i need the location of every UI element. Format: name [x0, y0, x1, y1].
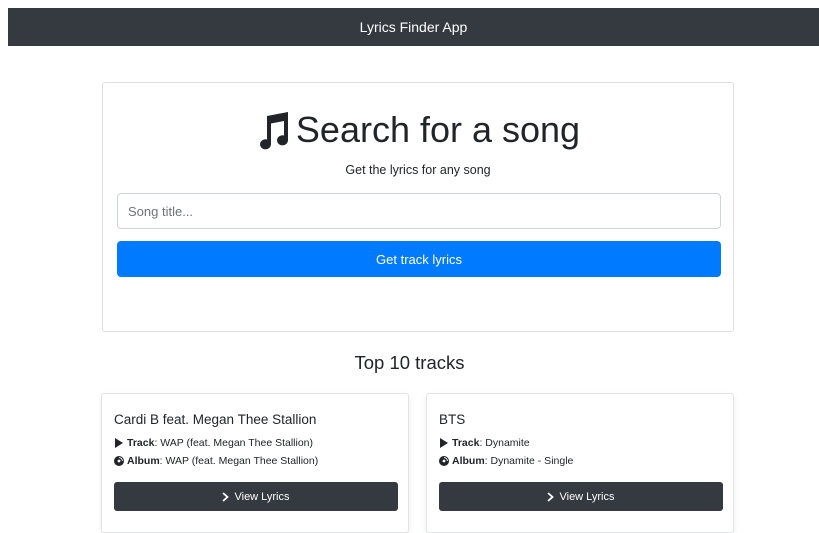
album-name: : WAP (feat. Megan Thee Stallion) — [159, 455, 319, 467]
song-title-input[interactable] — [117, 193, 721, 229]
get-track-lyrics-button[interactable]: Get track lyrics — [117, 241, 721, 277]
music-note-icon — [259, 112, 288, 150]
app-title: Lyrics Finder App — [359, 19, 468, 35]
search-heading: Search for a song — [103, 105, 733, 155]
track-line: Track: Dynamite — [439, 437, 530, 449]
album-line: Album: WAP (feat. Megan Thee Stallion) — [114, 455, 318, 467]
track-artist: BTS — [439, 412, 466, 427]
play-icon — [440, 438, 448, 448]
search-title: Search for a song — [295, 109, 581, 150]
search-card: Search for a song Get the lyrics for any… — [102, 82, 734, 332]
album-name: : Dynamite - Single — [484, 455, 574, 467]
album-label: Album — [452, 455, 485, 467]
top-tracks-title: Top 10 tracks — [354, 352, 465, 373]
navbar: Lyrics Finder App — [8, 8, 819, 46]
view-lyrics-label: View Lyrics — [559, 490, 615, 503]
view-lyrics-label: View Lyrics — [234, 490, 290, 503]
view-lyrics-button[interactable]: View Lyrics — [114, 482, 398, 511]
track-name: : WAP (feat. Megan Thee Stallion) — [154, 437, 314, 449]
chevron-right-icon — [222, 491, 230, 502]
track-name: : Dynamite — [479, 437, 530, 449]
view-lyrics-button[interactable]: View Lyrics — [439, 482, 723, 511]
track-label: Track — [127, 437, 155, 449]
play-icon — [115, 438, 123, 448]
track-label: Track — [452, 437, 480, 449]
track-card: Cardi B feat. Megan Thee Stallion Track:… — [101, 393, 409, 533]
compact-disc-icon — [439, 456, 449, 466]
track-artist: Cardi B feat. Megan Thee Stallion — [114, 412, 317, 427]
search-subtitle: Get the lyrics for any song — [345, 163, 491, 177]
chevron-right-icon — [547, 491, 555, 502]
track-line: Track: WAP (feat. Megan Thee Stallion) — [114, 437, 313, 449]
compact-disc-icon — [114, 456, 124, 466]
track-card: BTS Track: Dynamite Album: Dynamite - Si… — [426, 393, 734, 533]
album-line: Album: Dynamite - Single — [439, 455, 573, 467]
album-label: Album — [127, 455, 160, 467]
